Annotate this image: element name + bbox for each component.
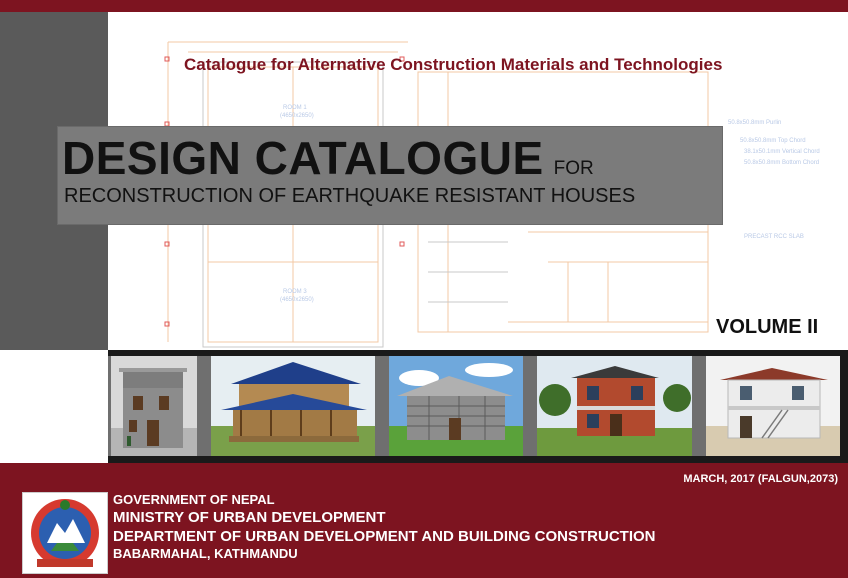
room-1-label: ROOM 1 [283, 105, 307, 111]
room-3-dim: (4650x2650) [280, 297, 314, 303]
photo-brick-two-storey-house [537, 356, 692, 456]
catalogue-subtitle: Catalogue for Alternative Construction M… [184, 55, 723, 74]
top-bar [0, 0, 848, 12]
title-line-2: RECONSTRUCTION OF EARTHQUAKE RESISTANT H… [64, 185, 636, 207]
purlin-label: 50.8x50.8mm Purlin [728, 120, 781, 126]
bottom-chord-label: 50.8x50.8mm Bottom Chord [744, 160, 819, 166]
title-for: FOR [553, 158, 594, 179]
government-address-block: GOVERNMENT OF NEPAL MINISTRY OF URBAN DE… [113, 492, 656, 562]
publication-date: MARCH, 2017 (FALGUN,2073) [683, 473, 838, 485]
photo-gap [197, 356, 211, 456]
top-chord-label: 50.8x50.8mm Top Chord [740, 138, 806, 144]
photo-gap [692, 356, 706, 456]
title-main: DESIGN CATALOGUE [62, 132, 544, 184]
government-line: GOVERNMENT OF NEPAL [113, 492, 275, 507]
room-1-dim: (4650x2650) [280, 113, 314, 119]
slab-label: PRECAST RCC SLAB [744, 234, 804, 240]
volume-label: VOLUME II [716, 316, 819, 338]
address-line: BABARMAHAL, KATHMANDU [113, 546, 298, 561]
vertical-chord-label: 38.1x50.1mm Vertical Chord [744, 149, 820, 155]
title-box: DESIGN CATALOGUE FOR RECONSTRUCTION OF EA… [57, 126, 723, 225]
title-line-1: DESIGN CATALOGUE FOR [62, 131, 594, 185]
photo-white-two-storey-house [706, 356, 840, 456]
nepal-government-emblem-icon [22, 492, 108, 574]
photo-timber-frame-house [211, 356, 375, 456]
photo-cement-block-house [389, 356, 523, 456]
ministry-line: MINISTRY OF URBAN DEVELOPMENT [113, 509, 386, 526]
photo-gap [375, 356, 389, 456]
house-photo-strip [108, 350, 848, 463]
photo-stone-masonry-house [111, 356, 197, 456]
photo-gap [523, 356, 537, 456]
footer: MARCH, 2017 (FALGUN,2073) GOVERNMENT OF … [0, 463, 848, 578]
department-line: DEPARTMENT OF URBAN DEVELOPMENT AND BUIL… [113, 528, 656, 545]
room-3-label: ROOM 3 [283, 289, 307, 295]
